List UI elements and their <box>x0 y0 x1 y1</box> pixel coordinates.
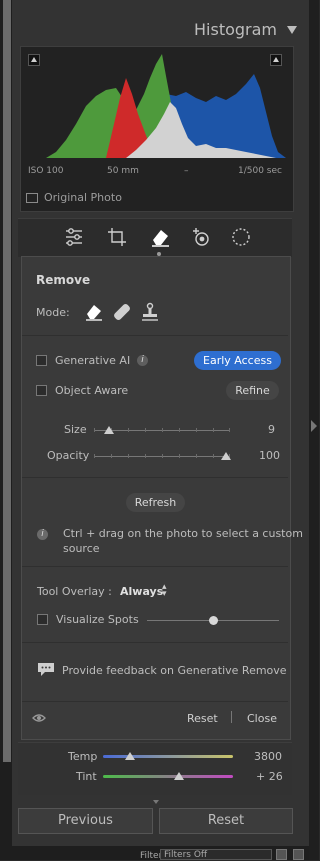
generative-ai-label: Generative AI <box>55 354 131 367</box>
eraser-icon[interactable] <box>149 226 171 248</box>
feedback-link[interactable]: Provide feedback on Generative Remove <box>62 664 287 677</box>
hint-line-1: Ctrl + drag on the photo to select a cus… <box>63 527 303 540</box>
clone-mode-icon[interactable] <box>140 302 160 322</box>
eye-icon[interactable] <box>32 712 46 724</box>
object-aware-label: Object Aware <box>55 384 129 397</box>
remove-title: Remove <box>36 273 91 287</box>
remove-mode-icon[interactable] <box>84 302 104 322</box>
original-photo-checkbox[interactable] <box>26 193 38 203</box>
visualize-spots-checkbox[interactable] <box>37 614 48 625</box>
shutter-readout: 1/500 sec <box>238 166 282 176</box>
filter-options-icon[interactable] <box>293 849 304 860</box>
histogram-title[interactable]: Histogram <box>194 20 277 39</box>
tool-overlay-label: Tool Overlay : <box>37 585 112 598</box>
size-value[interactable]: 9 <box>268 423 275 436</box>
opacity-value[interactable]: 100 <box>259 449 280 462</box>
refine-button[interactable]: Refine <box>226 381 279 400</box>
generative-ai-checkbox[interactable] <box>36 355 47 366</box>
tint-value[interactable]: + 26 <box>256 770 283 783</box>
tint-slider-thumb[interactable] <box>174 772 184 780</box>
panel-end-arrow-icon <box>153 800 159 804</box>
tool-overlay-select[interactable]: Always <box>120 585 163 598</box>
temp-label: Temp <box>68 750 98 763</box>
masking-icon[interactable] <box>230 226 252 248</box>
size-label: Size <box>64 423 87 436</box>
tint-label: Tint <box>76 770 97 783</box>
white-balance-section <box>18 742 292 795</box>
temp-slider-thumb[interactable] <box>125 752 135 760</box>
size-slider-thumb[interactable] <box>104 426 114 434</box>
close-tool-button[interactable]: Close <box>247 712 277 725</box>
opacity-slider-track[interactable] <box>94 454 230 458</box>
heal-mode-icon[interactable] <box>112 302 132 322</box>
opacity-label: Opacity <box>47 449 90 462</box>
visualize-spots-label: Visualize Spots <box>56 613 139 626</box>
feedback-icon[interactable] <box>37 661 55 677</box>
button-separator <box>231 711 232 723</box>
crop-icon[interactable] <box>106 226 128 248</box>
updown-chevron-icon[interactable]: ▴ ▾ <box>162 583 167 599</box>
opacity-slider-thumb[interactable] <box>221 452 231 460</box>
iso-readout: ISO 100 <box>28 166 64 176</box>
section-divider <box>22 335 288 336</box>
aperture-readout: – <box>184 166 189 176</box>
hint-info-icon: i <box>37 529 48 540</box>
section-divider <box>22 566 288 567</box>
size-slider-track[interactable] <box>94 428 230 432</box>
previous-button[interactable]: Previous <box>18 808 153 834</box>
section-divider <box>22 701 288 702</box>
focal-length-readout: 50 mm <box>107 166 139 176</box>
filter-select[interactable]: Filters Off <box>160 849 272 860</box>
left-panel-strip <box>0 0 12 860</box>
sliders-icon[interactable] <box>63 226 85 248</box>
visualize-spots-slider-thumb[interactable] <box>209 616 218 625</box>
collapse-arrow-icon[interactable] <box>311 420 317 432</box>
filter-lock-icon[interactable] <box>276 849 287 860</box>
refresh-button[interactable]: Refresh <box>126 493 185 512</box>
mode-label: Mode: <box>36 306 70 319</box>
tint-slider-track[interactable] <box>103 775 233 778</box>
left-panel-scrollbar[interactable] <box>3 0 11 762</box>
histogram-collapse-icon[interactable] <box>287 26 297 34</box>
early-access-badge[interactable]: Early Access <box>194 351 281 370</box>
reset-tool-button[interactable]: Reset <box>187 712 218 725</box>
histogram-graph <box>26 54 286 158</box>
section-divider <box>22 642 288 643</box>
section-divider <box>22 477 288 478</box>
temp-slider-track[interactable] <box>103 755 233 758</box>
original-photo-label: Original Photo <box>44 191 122 204</box>
red-eye-icon[interactable] <box>191 226 213 248</box>
object-aware-checkbox[interactable] <box>36 385 47 396</box>
reset-button[interactable]: Reset <box>159 808 293 834</box>
temp-value[interactable]: 3800 <box>254 750 282 763</box>
hint-line-2: source <box>63 542 100 555</box>
info-icon[interactable]: i <box>137 355 148 366</box>
